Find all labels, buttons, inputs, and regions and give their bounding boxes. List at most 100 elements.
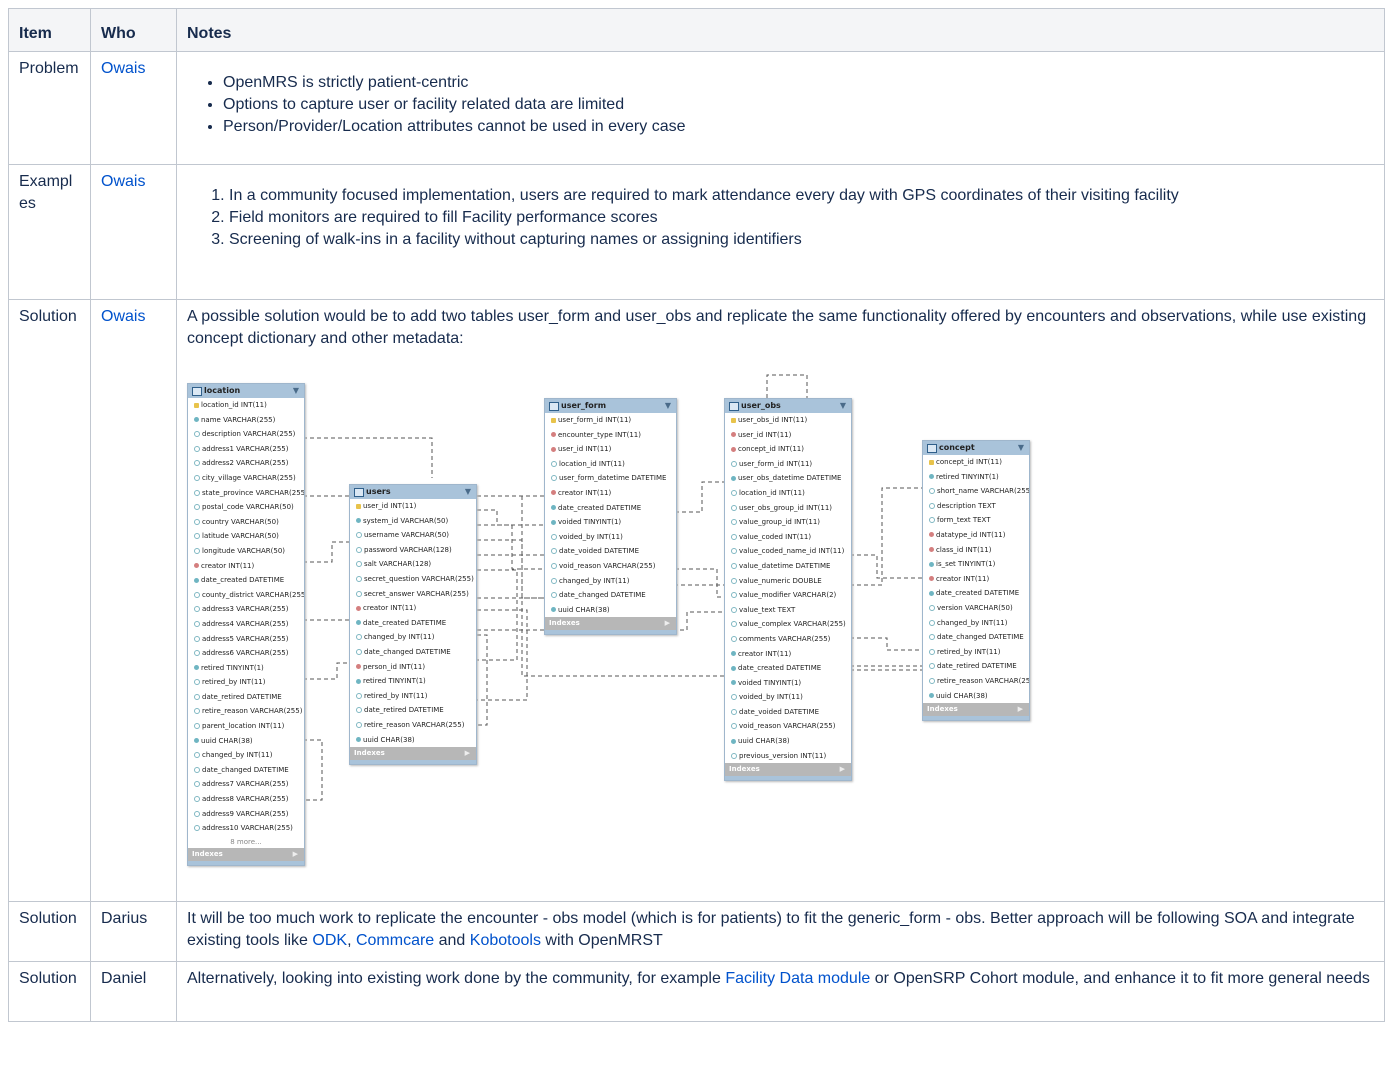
indexes-bar[interactable]: Indexes ▶ [545,617,676,631]
indexes-bar[interactable]: Indexes ▶ [188,847,304,861]
column-row[interactable]: user_id INT(11) [545,442,676,457]
column-row[interactable]: username VARCHAR(50) [350,528,476,543]
column-row[interactable]: description VARCHAR(255) [188,427,304,442]
column-row[interactable]: uuid CHAR(38) [725,734,851,749]
column-row[interactable]: retired_by INT(11) [188,675,304,690]
column-row[interactable]: creator INT(11) [725,647,851,662]
column-row[interactable]: creator INT(11) [923,572,1029,587]
column-row[interactable]: is_set TINYINT(1) [923,557,1029,572]
column-row[interactable]: void_reason VARCHAR(255) [725,719,851,734]
column-row[interactable]: address1 VARCHAR(255) [188,442,304,457]
column-row[interactable]: creator INT(11) [545,486,676,501]
location-table[interactable]: location ▼ location_id INT(11) name VARCHA… [187,383,305,866]
column-row[interactable]: date_voided DATETIME [725,705,851,720]
column-row[interactable]: salt VARCHAR(128) [350,557,476,572]
column-row[interactable]: retire_reason VARCHAR(255) [923,674,1029,689]
column-row[interactable]: date_retired DATETIME [923,659,1029,674]
column-row[interactable]: address3 VARCHAR(255) [188,602,304,617]
collapse-arrow-icon[interactable]: ▼ [1018,441,1024,455]
column-row[interactable]: date_changed DATETIME [545,588,676,603]
column-row[interactable]: retired TINYINT(1) [350,674,476,689]
column-row[interactable]: password VARCHAR(128) [350,543,476,558]
commcare-link[interactable]: Commcare [356,932,434,949]
column-row[interactable]: form_text TEXT [923,513,1029,528]
collapse-arrow-icon[interactable]: ▼ [665,399,671,413]
column-row[interactable]: creator INT(11) [188,559,304,574]
column-row[interactable]: uuid CHAR(38) [350,733,476,748]
column-row[interactable]: system_id VARCHAR(50) [350,514,476,529]
column-row[interactable]: address6 VARCHAR(255) [188,646,304,661]
collapse-arrow-icon[interactable]: ▼ [840,399,846,413]
column-row[interactable]: retire_reason VARCHAR(255) [350,718,476,733]
column-row[interactable]: changed_by INT(11) [188,748,304,763]
column-row[interactable]: creator INT(11) [350,601,476,616]
column-row[interactable]: user_id INT(11) [350,499,476,514]
column-row[interactable]: county_district VARCHAR(255) [188,588,304,603]
column-row[interactable]: date_created DATETIME [923,586,1029,601]
column-row[interactable]: secret_question VARCHAR(255) [350,572,476,587]
column-row[interactable]: version VARCHAR(50) [923,601,1029,616]
user-form-table[interactable]: user_form ▼ user_form_id INT(11) encounter… [544,398,677,636]
column-row[interactable]: date_voided DATETIME [545,544,676,559]
column-row[interactable]: name VARCHAR(255) [188,413,304,428]
column-row[interactable]: address8 VARCHAR(255) [188,792,304,807]
column-row[interactable]: date_created DATETIME [725,661,851,676]
column-row[interactable]: user_obs_datetime DATETIME [725,471,851,486]
column-row[interactable]: user_form_datetime DATETIME [545,471,676,486]
column-row[interactable]: uuid CHAR(38) [545,603,676,618]
indexes-bar[interactable]: Indexes ▶ [725,763,851,777]
column-row[interactable]: date_retired DATETIME [350,703,476,718]
collapse-arrow-icon[interactable]: ▼ [465,485,471,499]
column-row[interactable]: value_numeric DOUBLE [725,574,851,589]
column-row[interactable]: address9 VARCHAR(255) [188,807,304,822]
column-row[interactable]: date_changed DATETIME [350,645,476,660]
column-row[interactable]: date_changed DATETIME [188,763,304,778]
column-row[interactable]: person_id INT(11) [350,660,476,675]
column-row[interactable]: address10 VARCHAR(255) [188,821,304,836]
column-row[interactable]: retired TINYINT(1) [188,661,304,676]
column-row[interactable]: value_datetime DATETIME [725,559,851,574]
user-link-owais[interactable]: Owais [101,60,145,77]
column-row[interactable]: longitude VARCHAR(50) [188,544,304,559]
column-row[interactable]: state_province VARCHAR(255) [188,486,304,501]
column-row[interactable]: previous_version INT(11) [725,749,851,764]
user-obs-table[interactable]: user_obs ▼ user_obs_id INT(11) user_id INT… [724,398,852,782]
column-row[interactable]: voided_by INT(11) [545,530,676,545]
column-row[interactable]: latitude VARCHAR(50) [188,529,304,544]
column-row[interactable]: comments VARCHAR(255) [725,632,851,647]
column-row[interactable]: concept_id INT(11) [725,442,851,457]
column-row[interactable]: value_modifier VARCHAR(2) [725,588,851,603]
column-row[interactable]: retired TINYINT(1) [923,470,1029,485]
facility-data-module-link[interactable]: Facility Data module [725,970,870,987]
column-row[interactable]: user_form_id INT(11) [545,413,676,428]
column-row[interactable]: changed_by INT(11) [350,630,476,645]
column-row[interactable]: voided TINYINT(1) [545,515,676,530]
column-row[interactable]: value_text TEXT [725,603,851,618]
collapse-arrow-icon[interactable]: ▼ [293,384,299,398]
column-row[interactable]: uuid CHAR(38) [923,689,1029,704]
column-row[interactable]: datatype_id INT(11) [923,528,1029,543]
odk-link[interactable]: ODK [312,932,347,949]
column-row[interactable]: changed_by INT(11) [923,616,1029,631]
column-row[interactable]: description TEXT [923,499,1029,514]
users-table[interactable]: users ▼ user_id INT(11) system_id VARCHAR(… [349,484,477,766]
indexes-bar[interactable]: Indexes ▶ [923,703,1029,717]
column-row[interactable]: value_group_id INT(11) [725,515,851,530]
column-row[interactable]: voided TINYINT(1) [725,676,851,691]
user-link-owais[interactable]: Owais [101,308,145,325]
column-row[interactable]: class_id INT(11) [923,543,1029,558]
kobotools-link[interactable]: Kobotools [470,932,541,949]
column-row[interactable]: changed_by INT(11) [545,574,676,589]
column-row[interactable]: date_created DATETIME [545,501,676,516]
column-row[interactable]: parent_location INT(11) [188,719,304,734]
column-row[interactable]: retire_reason VARCHAR(255) [188,704,304,719]
indexes-bar[interactable]: Indexes ▶ [350,747,476,761]
column-row[interactable]: user_form_id INT(11) [725,457,851,472]
column-row[interactable]: retired_by INT(11) [350,689,476,704]
column-row[interactable]: city_village VARCHAR(255) [188,471,304,486]
column-row[interactable]: voided_by INT(11) [725,690,851,705]
column-row[interactable]: void_reason VARCHAR(255) [545,559,676,574]
column-row[interactable]: user_id INT(11) [725,428,851,443]
column-row[interactable]: date_created DATETIME [350,616,476,631]
column-row[interactable]: retired_by INT(11) [923,645,1029,660]
